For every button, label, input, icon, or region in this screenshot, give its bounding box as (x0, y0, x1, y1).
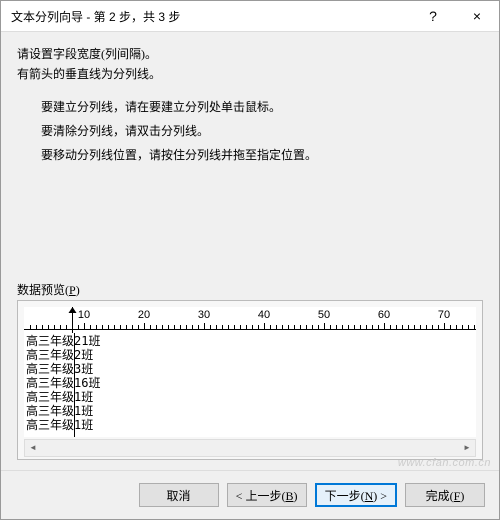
data-row: 高三年级21班 (26, 334, 100, 348)
data-rows: 高三年级21班高三年级2班高三年级3班高三年级16班高三年级1班高三年级1班高三… (26, 334, 100, 432)
instructions: 要建立分列线，请在要建立分列处单击鼠标。 要清除分列线，请双击分列线。 要移动分… (41, 95, 483, 167)
horizontal-scrollbar[interactable]: ◄ ► (24, 439, 476, 457)
data-row: 高三年级3班 (26, 362, 100, 376)
dialog-body: 请设置字段宽度(列间隔)。 有箭头的垂直线为分列线。 要建立分列线，请在要建立分… (1, 32, 499, 470)
ruler-baseline (24, 329, 476, 330)
lead-line-2: 有箭头的垂直线为分列线。 (17, 64, 483, 84)
wizard-window: 文本分列向导 - 第 2 步，共 3 步 ? × 请设置字段宽度(列间隔)。 有… (0, 0, 500, 520)
ruler-tick-label: 30 (198, 309, 210, 321)
data-row: 高三年级1班 (26, 404, 100, 418)
ruler-tick-label: 60 (378, 309, 390, 321)
cancel-button[interactable]: 取消 (139, 483, 219, 507)
ruler[interactable]: 10 20 30 40 50 60 70 (24, 307, 476, 333)
lead-line-1: 请设置字段宽度(列间隔)。 (17, 44, 483, 64)
ruler-tick-label: 20 (138, 309, 150, 321)
back-button[interactable]: < 上一步(B) (227, 483, 307, 507)
ruler-tick-label: 70 (438, 309, 450, 321)
help-button[interactable]: ? (411, 1, 455, 31)
data-row: 高三年级1班 (26, 390, 100, 404)
column-break-line[interactable] (74, 333, 75, 437)
instruction-line-3: 要移动分列线位置，请按住分列线并拖至指定位置。 (41, 143, 483, 167)
ruler-tick-label: 40 (258, 309, 270, 321)
scroll-left-button[interactable]: ◄ (25, 440, 41, 454)
data-row: 高三年级2班 (26, 348, 100, 362)
preview-group: 10 20 30 40 50 60 70 高三年级21班高三年级2班高三年级3班高三年级16… (17, 300, 483, 460)
scroll-track[interactable] (41, 440, 459, 456)
title-bar: 文本分列向导 - 第 2 步，共 3 步 ? × (1, 1, 499, 32)
button-row: 取消 < 上一步(B) 下一步(N) > 完成(F) (1, 470, 499, 519)
window-title: 文本分列向导 - 第 2 步，共 3 步 (11, 8, 411, 25)
lead-text: 请设置字段宽度(列间隔)。 有箭头的垂直线为分列线。 (17, 44, 483, 85)
data-row: 高三年级1班 (26, 418, 100, 432)
ruler-tick-label: 10 (78, 309, 90, 321)
scroll-right-button[interactable]: ► (459, 440, 475, 454)
preview-label: 数据预览(P) (17, 281, 483, 298)
close-button[interactable]: × (455, 1, 499, 31)
column-break-arrow-icon (69, 307, 77, 313)
ruler-tick-label: 50 (318, 309, 330, 321)
instruction-line-1: 要建立分列线，请在要建立分列处单击鼠标。 (41, 95, 483, 119)
data-row: 高三年级16班 (26, 376, 100, 390)
next-button[interactable]: 下一步(N) > (315, 483, 397, 507)
finish-button[interactable]: 完成(F) (405, 483, 485, 507)
instruction-line-2: 要清除分列线，请双击分列线。 (41, 119, 483, 143)
data-preview-box[interactable]: 高三年级21班高三年级2班高三年级3班高三年级16班高三年级1班高三年级1班高三… (24, 333, 476, 437)
